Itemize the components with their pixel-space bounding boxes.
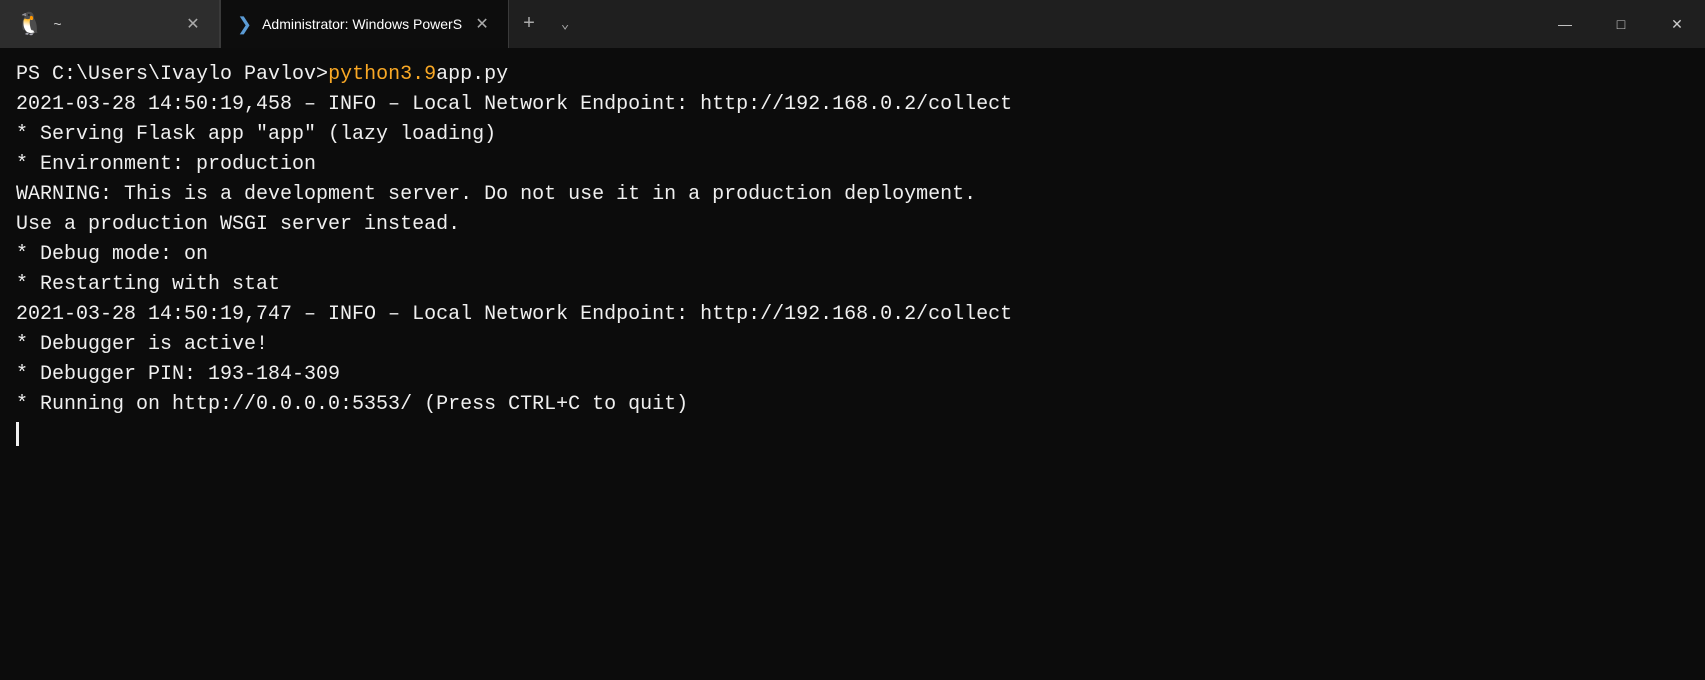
cursor-line [16,420,1689,450]
title-bar: 🐧 ~ ✕ ❯ Administrator: Windows PowerS ✕ … [0,0,1705,48]
output-line-9: * Debugger PIN: 193-184-309 [16,360,1689,390]
minimize-button[interactable]: — [1537,0,1593,48]
output-line-5: * Debug mode: on [16,240,1689,270]
command-python: python3.9 [328,60,436,90]
tab-active-close[interactable]: ✕ [472,14,492,34]
powershell-icon: ❯ [237,14,252,35]
output-line-10: * Running on http://0.0.0.0:5353/ (Press… [16,390,1689,420]
output-line-7: 2021-03-28 14:50:19,747 – INFO – Local N… [16,300,1689,330]
maximize-button[interactable]: □ [1593,0,1649,48]
new-tab-button[interactable]: + [509,0,549,48]
output-line-0: 2021-03-28 14:50:19,458 – INFO – Local N… [16,90,1689,120]
command-arg: app.py [436,60,508,90]
window-controls: — □ ✕ [1537,0,1705,48]
output-line-8: * Debugger is active! [16,330,1689,360]
tab-active-label: Administrator: Windows PowerS [262,16,462,32]
prompt: PS C:\Users\Ivaylo Pavlov> [16,60,328,90]
output-line-2: * Environment: production [16,150,1689,180]
tab-inactive-label: ~ [53,16,173,32]
output-line-4: Use a production WSGI server instead. [16,210,1689,240]
tab-inactive-close[interactable]: ✕ [183,14,203,34]
tab-dropdown-button[interactable]: ⌄ [549,0,581,48]
close-button[interactable]: ✕ [1649,0,1705,48]
output-line-6: * Restarting with stat [16,270,1689,300]
terminal-area[interactable]: PS C:\Users\Ivaylo Pavlov> python3.9 app… [0,48,1705,680]
command-line: PS C:\Users\Ivaylo Pavlov> python3.9 app… [16,60,1689,90]
output-line-3: WARNING: This is a development server. D… [16,180,1689,210]
terminal-cursor [16,422,19,446]
tab-inactive[interactable]: 🐧 ~ ✕ [0,0,220,48]
output-line-1: * Serving Flask app "app" (lazy loading) [16,120,1689,150]
linux-icon: 🐧 [16,11,43,37]
tab-active[interactable]: ❯ Administrator: Windows PowerS ✕ [220,0,509,48]
